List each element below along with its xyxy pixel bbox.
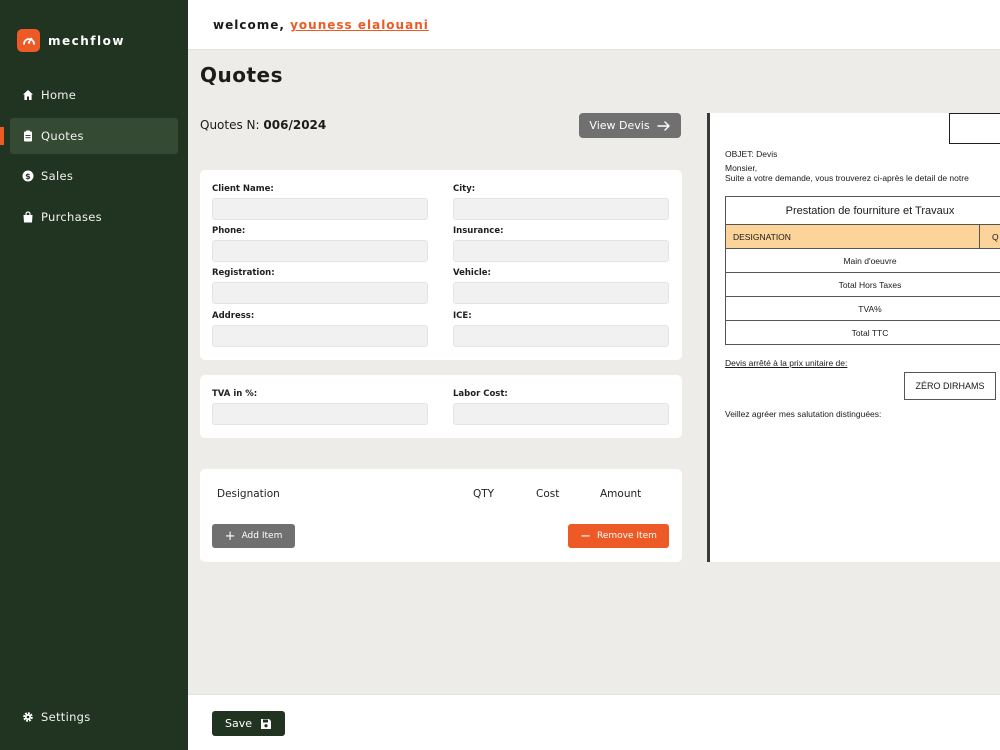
- preview-table: Prestation de fourniture et Travaux DESI…: [725, 196, 1000, 345]
- labor-cost-label: Labor Cost:: [453, 389, 508, 399]
- add-item-label: Add Item: [241, 531, 283, 541]
- preview-table-title: Prestation de fourniture et Travaux: [725, 196, 1000, 225]
- nav-label: Settings: [41, 710, 91, 724]
- preview-col-designation: DESIGNATION: [733, 231, 791, 242]
- preview-closing: Veillez agréer mes salutation distinguée…: [725, 409, 882, 419]
- client-name-input[interactable]: [212, 198, 428, 220]
- gauge-icon: [17, 29, 40, 52]
- welcome-prefix: welcome,: [213, 18, 285, 32]
- preview-row-tva: TVA%: [725, 297, 1000, 321]
- arrow-right-icon: [656, 120, 670, 131]
- brand[interactable]: mechflow: [17, 29, 125, 52]
- shopping-bag-icon: [23, 211, 33, 223]
- save-label: Save: [224, 717, 252, 730]
- items-card: Designation QTY Cost Amount + Add Item −…: [200, 469, 682, 562]
- tva-input[interactable]: [212, 403, 428, 425]
- preview-row-total-ttc: Total TTC: [725, 321, 1000, 345]
- view-devis-button[interactable]: View Devis: [579, 113, 681, 138]
- city-input[interactable]: [453, 198, 669, 220]
- nav-label: Purchases: [41, 210, 102, 224]
- vehicle-input[interactable]: [453, 282, 669, 304]
- home-icon: [23, 90, 33, 100]
- preview-header-box: [949, 113, 1000, 144]
- insurance-label: Insurance:: [453, 226, 504, 236]
- add-item-button[interactable]: + Add Item: [212, 524, 295, 548]
- nav-item-home[interactable]: Home: [10, 77, 178, 113]
- quote-number-label: Quotes N:: [200, 118, 260, 132]
- city-label: City:: [453, 184, 476, 194]
- welcome-text: welcome, youness elalouani: [213, 18, 429, 32]
- view-devis-label: View Devis: [589, 119, 650, 132]
- address-label: Address:: [212, 311, 255, 321]
- registration-input[interactable]: [212, 282, 428, 304]
- plus-icon: +: [224, 528, 236, 544]
- phone-label: Phone:: [212, 226, 246, 236]
- remove-item-button[interactable]: − Remove Item: [568, 524, 669, 548]
- nav-label: Quotes: [41, 129, 84, 143]
- floppy-disk-icon: [261, 718, 271, 729]
- brand-name: mechflow: [48, 33, 125, 48]
- client-info-card: Client Name: City: Phone: Insurance: Reg…: [200, 170, 682, 360]
- client-name-label: Client Name:: [212, 184, 274, 194]
- remove-item-label: Remove Item: [597, 531, 657, 541]
- page-title: Quotes: [200, 63, 284, 87]
- nav-item-purchases[interactable]: Purchases: [10, 199, 178, 235]
- vehicle-label: Vehicle:: [453, 268, 491, 278]
- svg-text:$: $: [25, 172, 31, 181]
- col-cost: Cost: [536, 488, 560, 500]
- preview-amount-words: ZÉRO DIRHAMS: [904, 372, 996, 400]
- minus-icon: −: [580, 528, 592, 544]
- ice-input[interactable]: [453, 325, 669, 347]
- registration-label: Registration:: [212, 268, 275, 278]
- col-amount: Amount: [600, 488, 642, 500]
- bottom-bar: Save: [188, 694, 1000, 750]
- preview-intro: Suite a votre demande, vous trouverez ci…: [725, 173, 969, 183]
- preview-greeting: Monsier,: [725, 163, 758, 173]
- preview-row-total-ht: Total Hors Taxes: [725, 273, 1000, 297]
- save-button[interactable]: Save: [212, 711, 285, 736]
- gear-icon: [23, 712, 33, 722]
- labor-cost-input[interactable]: [453, 403, 669, 425]
- preview-table-header: DESIGNATION Q: [725, 225, 1000, 249]
- devis-preview: OBJET: Devis Monsier, Suite a votre dema…: [707, 113, 1000, 562]
- col-designation: Designation: [217, 488, 280, 500]
- nav-item-settings[interactable]: Settings: [10, 699, 178, 735]
- user-name-link[interactable]: youness elalouani: [290, 18, 429, 32]
- ice-label: ICE:: [453, 311, 472, 321]
- nav-item-quotes[interactable]: Quotes: [10, 118, 178, 154]
- tva-label: TVA in %:: [212, 389, 258, 399]
- address-input[interactable]: [212, 325, 428, 347]
- preview-col-qty: Q: [979, 225, 999, 248]
- dollar-icon: $: [22, 170, 34, 182]
- phone-input[interactable]: [212, 240, 428, 262]
- preview-row-labor: Main d'oeuvre: [725, 249, 1000, 273]
- preview-objet: OBJET: Devis: [725, 149, 778, 159]
- sidebar: mechflow Home Quotes $ Sales Purchases S…: [0, 0, 188, 750]
- quote-number-value: 006/2024: [263, 118, 327, 132]
- topbar: welcome, youness elalouani: [188, 0, 1000, 50]
- col-qty: QTY: [473, 488, 495, 500]
- cost-card: TVA in %: Labor Cost:: [200, 375, 682, 438]
- preview-stopped-at: Devis arrêté à la prix unitaire de:: [725, 358, 848, 368]
- clipboard-icon: [24, 130, 32, 142]
- active-nav-indicator: [0, 127, 4, 145]
- insurance-input[interactable]: [453, 240, 669, 262]
- quote-number: Quotes N: 006/2024: [200, 118, 326, 132]
- nav-label: Home: [41, 88, 77, 102]
- nav-label: Sales: [41, 169, 74, 183]
- nav-item-sales[interactable]: $ Sales: [10, 158, 178, 194]
